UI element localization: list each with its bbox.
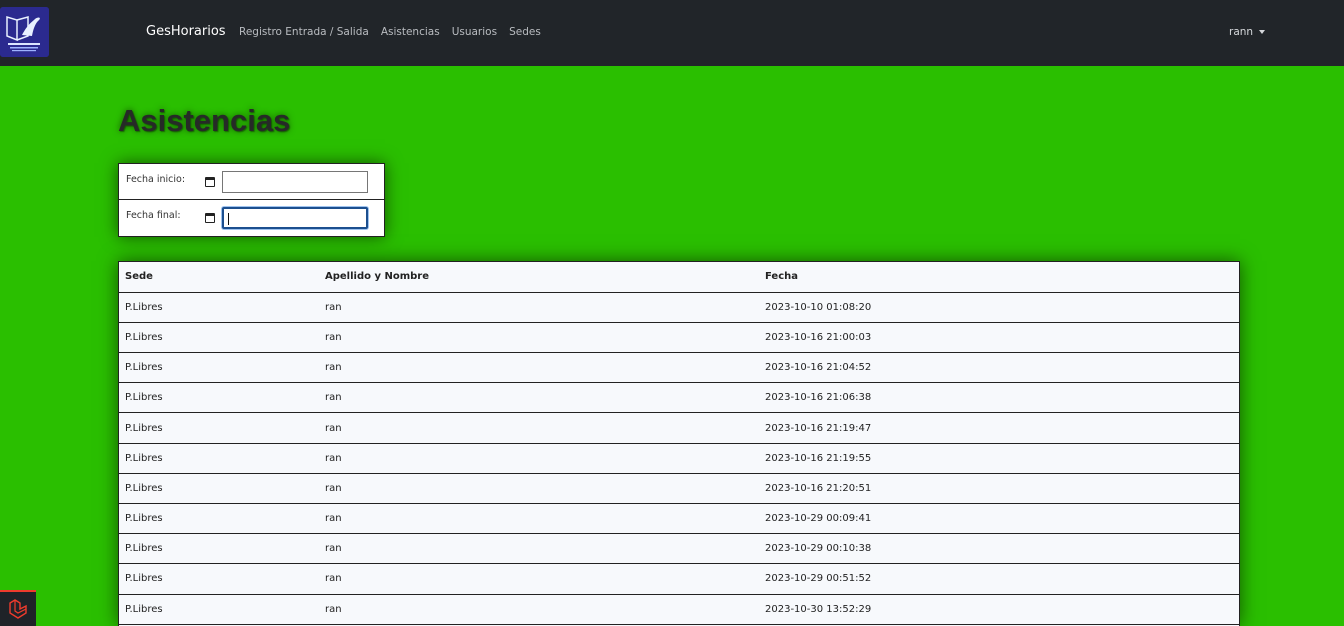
- user-dropdown[interactable]: rann: [1229, 25, 1266, 39]
- cell-name: ran: [319, 412, 759, 444]
- table-row: P.Libres ran 2023-10-16 21:19:55: [119, 443, 1239, 474]
- cell-sede: P.Libres: [119, 322, 319, 354]
- attendance-table: Sede Apellido y Nombre Fecha P.Libres ra…: [119, 262, 1239, 625]
- institution-logo-icon[interactable]: [0, 7, 49, 57]
- cell-sede: P.Libres: [119, 443, 319, 474]
- end-date-input[interactable]: [222, 207, 368, 229]
- main-nav: Registro Entrada / Salida Asistencias Us…: [239, 25, 541, 39]
- table-row: P.Libres ran 2023-10-16 21:00:03: [119, 322, 1239, 354]
- cell-date: 2023-10-29 00:51:52: [759, 563, 1239, 595]
- cell-date: 2023-10-29 00:10:38: [759, 533, 1239, 565]
- laravel-icon[interactable]: [0, 590, 36, 626]
- cell-sede: P.Libres: [119, 503, 319, 535]
- end-date-label: Fecha final:: [126, 210, 181, 221]
- nav-sedes[interactable]: Sedes: [509, 25, 541, 39]
- cell-sede: P.Libres: [119, 473, 319, 505]
- nav-usuarios[interactable]: Usuarios: [452, 25, 497, 39]
- table-row: P.Libres ran 2023-10-29 00:09:41: [119, 503, 1239, 535]
- table-row: P.Libres ran 2023-10-16 21:19:47: [119, 412, 1239, 444]
- header-sede: Sede: [119, 262, 319, 293]
- attendance-table-container: Sede Apellido y Nombre Fecha P.Libres ra…: [118, 261, 1240, 626]
- cell-sede: P.Libres: [119, 382, 319, 414]
- table-row: P.Libres ran 2023-10-29 00:51:52: [119, 563, 1239, 595]
- calendar-icon[interactable]: [205, 213, 215, 223]
- cell-name: ran: [319, 382, 759, 414]
- cell-date: 2023-10-10 01:08:20: [759, 292, 1239, 323]
- page-title: Asistencias: [118, 103, 291, 138]
- table-header-row: Sede Apellido y Nombre Fecha: [119, 262, 1239, 293]
- cell-sede: P.Libres: [119, 292, 319, 323]
- table-row: P.Libres ran 2023-10-29 00:10:38: [119, 533, 1239, 565]
- end-date-row: Fecha final:: [119, 200, 384, 236]
- cell-sede: P.Libres: [119, 352, 319, 384]
- caret-down-icon: [1259, 30, 1266, 34]
- cell-sede: P.Libres: [119, 563, 319, 595]
- text-cursor: [228, 213, 229, 225]
- cell-name: ran: [319, 292, 759, 323]
- table-row: P.Libres ran 2023-10-16 21:20:51: [119, 473, 1239, 505]
- cell-date: 2023-10-16 21:06:38: [759, 382, 1239, 414]
- cell-name: ran: [319, 533, 759, 565]
- cell-date: 2023-10-16 21:19:55: [759, 443, 1239, 474]
- nav-registro[interactable]: Registro Entrada / Salida: [239, 25, 369, 39]
- user-name: rann: [1229, 26, 1254, 38]
- table-row: P.Libres ran 2023-10-16 21:06:38: [119, 382, 1239, 414]
- cell-name: ran: [319, 594, 759, 625]
- cell-sede: P.Libres: [119, 412, 319, 444]
- brand-link[interactable]: GesHorarios: [146, 23, 226, 41]
- table-row: P.Libres ran 2023-10-30 13:52:29: [119, 594, 1239, 625]
- cell-date: 2023-10-16 21:04:52: [759, 352, 1239, 384]
- cell-name: ran: [319, 563, 759, 595]
- calendar-icon[interactable]: [205, 177, 215, 187]
- cell-date: 2023-10-16 21:20:51: [759, 473, 1239, 505]
- start-date-label: Fecha inicio:: [126, 174, 186, 185]
- cell-name: ran: [319, 322, 759, 354]
- date-filter-panel: Fecha inicio: Fecha final:: [118, 163, 385, 237]
- cell-name: ran: [319, 503, 759, 535]
- cell-date: 2023-10-29 00:09:41: [759, 503, 1239, 535]
- table-row: P.Libres ran 2023-10-10 01:08:20: [119, 292, 1239, 323]
- cell-date: 2023-10-30 13:52:29: [759, 594, 1239, 625]
- cell-sede: P.Libres: [119, 594, 319, 625]
- header-name: Apellido y Nombre: [319, 262, 759, 293]
- start-date-row: Fecha inicio:: [119, 164, 384, 200]
- cell-name: ran: [319, 352, 759, 384]
- cell-name: ran: [319, 443, 759, 474]
- table-row: P.Libres ran 2023-10-16 21:04:52: [119, 352, 1239, 384]
- cell-name: ran: [319, 473, 759, 505]
- cell-date: 2023-10-16 21:19:47: [759, 412, 1239, 444]
- nav-asistencias[interactable]: Asistencias: [381, 25, 440, 39]
- cell-sede: P.Libres: [119, 533, 319, 565]
- cell-date: 2023-10-16 21:00:03: [759, 322, 1239, 354]
- top-navbar: GesHorarios Registro Entrada / Salida As…: [0, 0, 1344, 66]
- header-date: Fecha: [759, 262, 1239, 293]
- start-date-input[interactable]: [222, 171, 368, 193]
